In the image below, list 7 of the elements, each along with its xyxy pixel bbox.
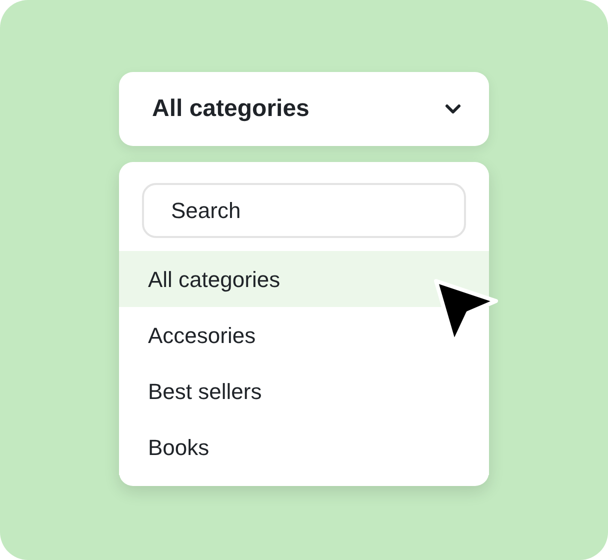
search-field[interactable]: Search xyxy=(142,183,466,238)
menu-item[interactable]: Books xyxy=(119,419,489,475)
category-dropdown[interactable]: All categories xyxy=(119,72,489,146)
chevron-down-icon xyxy=(445,104,461,114)
menu-item[interactable]: All categories xyxy=(119,251,489,307)
menu-item[interactable]: Best sellers xyxy=(119,363,489,419)
menu-item[interactable]: Accesories xyxy=(119,307,489,363)
